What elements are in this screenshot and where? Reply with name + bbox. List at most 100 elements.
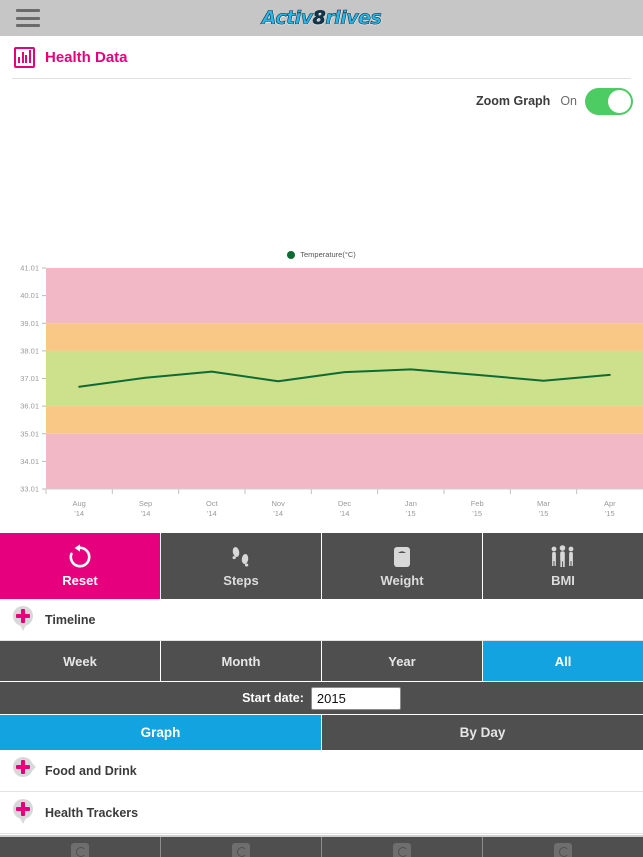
bottom-nav-bar bbox=[0, 835, 643, 857]
pin-plus-icon bbox=[12, 605, 34, 634]
x-tick-label-month: Dec bbox=[338, 499, 352, 508]
app-tile-icon bbox=[393, 843, 411, 857]
bottom-nav-item[interactable] bbox=[483, 837, 643, 857]
x-tick-label-year: '15 bbox=[605, 509, 615, 518]
zoom-graph-toggle[interactable] bbox=[585, 87, 633, 115]
x-tick-label-month: Apr bbox=[604, 499, 616, 508]
footsteps-icon bbox=[228, 544, 254, 570]
mode-label: Reset bbox=[62, 573, 98, 588]
bottom-nav-item[interactable] bbox=[322, 837, 483, 857]
mode-button-steps[interactable]: Steps bbox=[161, 533, 322, 599]
start-date-label: Start date: bbox=[242, 691, 304, 705]
section-timeline[interactable]: Timeline bbox=[0, 599, 643, 641]
y-tick-label: 33.01 bbox=[20, 485, 39, 494]
y-tick-label: 41.01 bbox=[20, 264, 39, 273]
page-header: Health Data bbox=[0, 36, 643, 78]
tab-label: Month bbox=[221, 653, 261, 669]
app-bar: Activ8rlives bbox=[0, 0, 643, 36]
view-tabs: Graph By Day bbox=[0, 714, 643, 750]
section-label: Health Trackers bbox=[45, 805, 139, 820]
x-tick-label-year: '14 bbox=[273, 509, 283, 518]
plus-glyph bbox=[16, 759, 30, 774]
x-tick-label-year: '15 bbox=[406, 509, 416, 518]
start-date-input[interactable] bbox=[310, 686, 401, 710]
zoom-graph-label: Zoom Graph bbox=[476, 94, 551, 108]
bar-chart-bar bbox=[21, 52, 24, 63]
y-tick-label: 40.01 bbox=[20, 291, 39, 300]
mode-button-bmi[interactable]: BMI bbox=[483, 533, 643, 599]
app-tile-icon bbox=[554, 843, 572, 857]
toggle-knob bbox=[608, 89, 631, 113]
x-tick-label-year: '15 bbox=[472, 509, 482, 518]
tab-label: All bbox=[554, 653, 572, 669]
y-tick-label: 36.01 bbox=[20, 402, 39, 411]
y-tick-label: 37.01 bbox=[20, 374, 39, 383]
section-label: Food and Drink bbox=[45, 763, 137, 778]
tab-year[interactable]: Year bbox=[322, 641, 483, 681]
logo-part-1: Activ bbox=[261, 7, 313, 30]
bar-chart-icon bbox=[14, 46, 35, 68]
x-tick-label-month: Aug bbox=[72, 499, 85, 508]
section-label: Timeline bbox=[45, 612, 96, 627]
bottom-nav-item[interactable] bbox=[161, 837, 322, 857]
logo-part-3: rlives bbox=[325, 7, 382, 30]
tab-week[interactable]: Week bbox=[0, 641, 161, 681]
mode-label: Weight bbox=[380, 573, 424, 588]
bar-chart-bar bbox=[25, 55, 28, 63]
section-health-trackers[interactable]: Health Trackers bbox=[0, 792, 643, 834]
x-tick-label-month: Jan bbox=[405, 499, 417, 508]
chart-y-axis: 41.01 40.01 39.01 38.01 37.01 36.01 35.01 34.01… bbox=[20, 264, 46, 494]
x-tick-label-month: Feb bbox=[471, 499, 484, 508]
tab-label: Year bbox=[388, 653, 416, 669]
metric-mode-buttons: Reset Steps Weight BMI bbox=[0, 533, 643, 599]
zoom-graph-state: On bbox=[560, 94, 577, 108]
weighing-scale-icon bbox=[389, 544, 415, 570]
chart-band-low-danger bbox=[46, 433, 643, 489]
x-tick-label-year: '14 bbox=[207, 509, 217, 518]
hamburger-menu-icon[interactable] bbox=[16, 9, 40, 27]
reset-circle-arrow-icon bbox=[67, 544, 93, 570]
tab-all[interactable]: All bbox=[483, 641, 643, 681]
chart-canvas: 41.01 40.01 39.01 38.01 37.01 36.01 35.01 34.01… bbox=[20, 264, 643, 518]
tab-graph[interactable]: Graph bbox=[0, 715, 322, 750]
x-tick-label-month: Oct bbox=[206, 499, 219, 508]
chart-band-high-danger bbox=[46, 268, 643, 324]
x-tick-label-month: Sep bbox=[139, 499, 152, 508]
app-tile-icon bbox=[71, 843, 89, 857]
zoom-graph-row: Zoom Graph On bbox=[0, 79, 643, 123]
bar-chart-bar bbox=[18, 57, 21, 63]
x-tick-label-year: '14 bbox=[141, 509, 151, 518]
y-tick-label: 34.01 bbox=[20, 457, 39, 466]
tab-label: Graph bbox=[140, 725, 181, 740]
bar-chart-bar bbox=[28, 50, 31, 63]
hamburger-bar bbox=[16, 9, 40, 12]
y-tick-label: 38.01 bbox=[20, 346, 39, 355]
mode-button-weight[interactable]: Weight bbox=[322, 533, 483, 599]
tab-by-day[interactable]: By Day bbox=[322, 715, 643, 750]
start-date-row: Start date: bbox=[0, 681, 643, 714]
mode-label: BMI bbox=[551, 573, 575, 588]
people-group-icon bbox=[548, 544, 578, 570]
chart-band-high-warning bbox=[46, 323, 643, 351]
pin-plus-arrow-icon bbox=[12, 756, 36, 785]
period-tabs: Week Month Year All bbox=[0, 641, 643, 681]
chart-x-axis: Aug'14Sep'14Oct'14Nov'14Dec'14Jan'15Feb'… bbox=[45, 489, 616, 518]
temperature-chart[interactable]: Temperature(°C) 41.01 40.01 39.01 38.01 37.0… bbox=[0, 123, 643, 533]
mode-button-reset[interactable]: Reset bbox=[0, 533, 161, 599]
page-title: Health Data bbox=[45, 48, 128, 66]
x-tick-label-month: Nov bbox=[271, 499, 285, 508]
logo-part-2: 8 bbox=[312, 7, 326, 30]
section-food-and-drink[interactable]: Food and Drink bbox=[0, 750, 643, 792]
x-tick-label-year: '15 bbox=[539, 509, 549, 518]
tab-label: By Day bbox=[459, 725, 506, 740]
plus-glyph bbox=[16, 608, 30, 623]
app-tile-icon bbox=[232, 843, 250, 857]
tab-month[interactable]: Month bbox=[161, 641, 322, 681]
hamburger-bar bbox=[16, 24, 40, 27]
x-tick-label-year: '14 bbox=[74, 509, 84, 518]
pin-plus-icon bbox=[12, 798, 34, 827]
x-tick-label-year: '14 bbox=[340, 509, 350, 518]
bottom-nav-item[interactable] bbox=[0, 837, 161, 857]
app-logo: Activ8rlives bbox=[0, 0, 643, 36]
hamburger-bar bbox=[16, 16, 40, 20]
